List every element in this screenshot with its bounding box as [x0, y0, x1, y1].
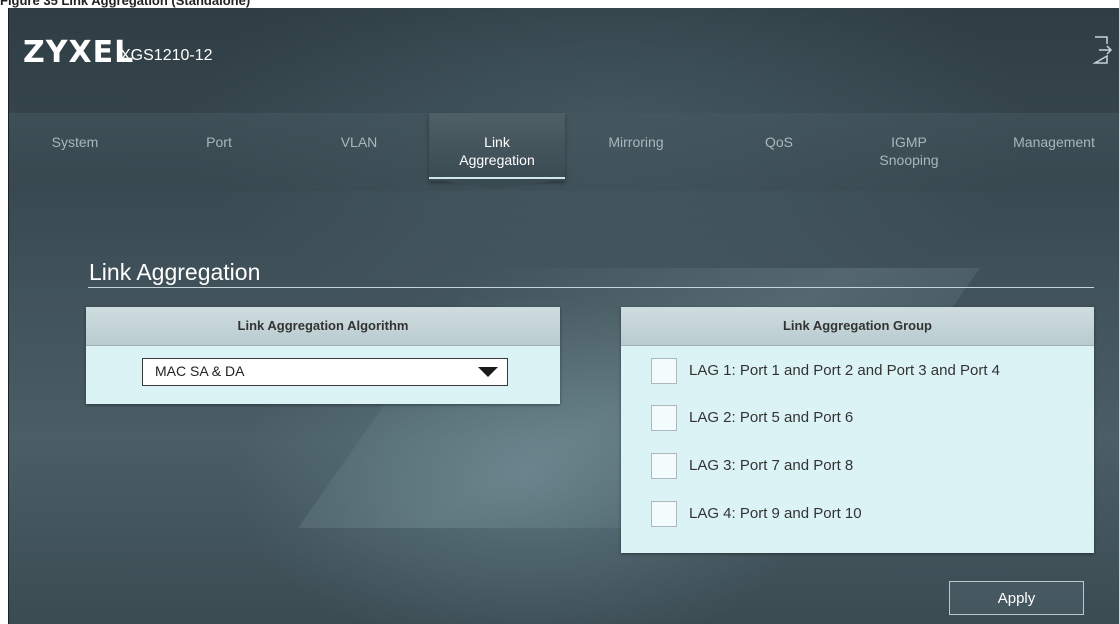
title-divider: [88, 287, 1094, 288]
lag-1-label: LAG 1: Port 1 and Port 2 and Port 3 and …: [689, 362, 1001, 379]
figure-caption-text: Figure 35 Link Aggregation (Standalone): [0, 0, 251, 8]
tab-label: System: [51, 134, 99, 150]
zyxel-logo: ZYXEL: [23, 35, 135, 70]
lag-4-checkbox[interactable]: [651, 501, 677, 527]
tab-port[interactable]: Port: [169, 133, 269, 151]
lag-4-label: LAG 4: Port 9 and Port 10: [689, 505, 862, 522]
lag-1-checkbox[interactable]: [651, 358, 677, 384]
algorithm-select[interactable]: MAC SA & DA: [142, 358, 508, 386]
tab-vlan[interactable]: VLAN: [309, 133, 409, 151]
app-window: ZYXEL XGS1210-12 System Port VLAN Link Ag…: [8, 8, 1119, 624]
dropdown-arrow-icon: [478, 367, 498, 377]
lag-3-label: LAG 3: Port 7 and Port 8: [689, 457, 854, 474]
algorithm-select-value: MAC SA & DA: [155, 363, 245, 379]
logout-icon[interactable]: [1092, 35, 1113, 65]
tab-label: IGMP Snooping: [879, 134, 939, 168]
group-panel: Link Aggregation Group LAG 1: Port 1 and…: [621, 307, 1094, 553]
lag-2-checkbox[interactable]: [651, 405, 677, 431]
main-nav: System Port VLAN Link Aggregation Mirrori…: [9, 113, 1119, 193]
tab-label: Port: [206, 134, 232, 150]
tab-label: VLAN: [340, 134, 378, 150]
active-tab-underline: [429, 177, 565, 179]
tab-management[interactable]: Management: [994, 133, 1114, 151]
algorithm-panel-header: Link Aggregation Algorithm: [86, 307, 560, 346]
lag-2-label: LAG 2: Port 5 and Port 6: [689, 409, 854, 426]
tab-label: Mirroring: [608, 134, 664, 150]
apply-button[interactable]: Apply: [949, 581, 1084, 615]
tab-label: Link Aggregation: [459, 134, 535, 168]
tab-system[interactable]: System: [25, 133, 125, 151]
lag-3-checkbox[interactable]: [651, 453, 677, 479]
algorithm-panel: Link Aggregation Algorithm MAC SA & DA: [86, 307, 560, 404]
tab-label: Management: [1013, 134, 1095, 150]
tab-label: QoS: [764, 134, 793, 150]
page-title: Link Aggregation: [89, 259, 261, 285]
tab-link-aggregation[interactable]: Link Aggregation: [429, 113, 565, 181]
tab-qos[interactable]: QoS: [729, 133, 829, 151]
device-model: XGS1210-12: [120, 47, 213, 64]
tab-igmp-snooping[interactable]: IGMP Snooping: [866, 133, 952, 169]
tab-mirroring[interactable]: Mirroring: [586, 133, 686, 151]
group-panel-header: Link Aggregation Group: [621, 307, 1094, 346]
active-tab-pointer: [429, 179, 565, 189]
figure-caption: Figure 35 Link Aggregation (Standalone): [0, 0, 1119, 8]
